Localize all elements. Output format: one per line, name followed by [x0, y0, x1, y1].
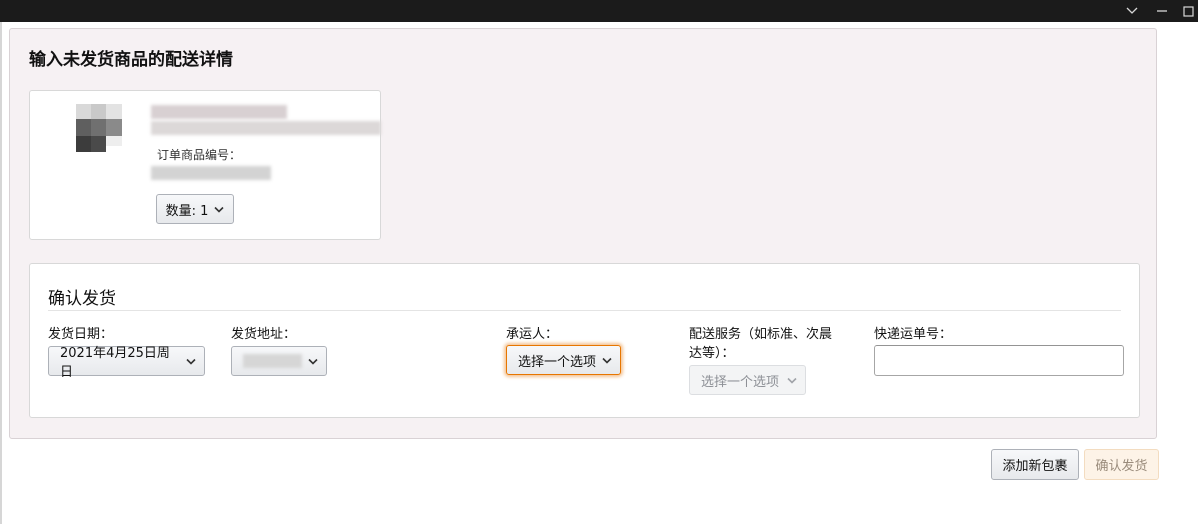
- tracking-number-label: 快递运单号：: [874, 327, 953, 342]
- sku-label: 订单商品编号：: [157, 148, 242, 162]
- section-title: 确认发货: [48, 289, 116, 309]
- window-minimize-icon[interactable]: [1148, 0, 1176, 22]
- carrier-select[interactable]: 选择一个选项: [506, 345, 621, 375]
- confirm-shipment-button[interactable]: 确认发货: [1084, 449, 1159, 480]
- order-item-card: 订单商品编号： 数量: 1: [29, 90, 381, 240]
- delivery-service-select[interactable]: 选择一个选项: [689, 365, 806, 395]
- window-restore-icon[interactable]: [1174, 0, 1198, 22]
- chevron-down-icon: [186, 358, 196, 365]
- chevron-down-icon: [214, 202, 224, 217]
- sku-value-redacted: [151, 166, 271, 180]
- divider: [48, 310, 1121, 311]
- ship-address-select[interactable]: [231, 346, 327, 376]
- chevron-down-icon: [308, 358, 318, 365]
- quantity-label: 数量: 1: [165, 203, 209, 219]
- window-title-bar: [0, 0, 1198, 22]
- window-border: [0, 22, 2, 524]
- chevron-down-icon: [602, 357, 612, 364]
- add-package-button[interactable]: 添加新包裹: [991, 449, 1079, 480]
- delivery-service-label: 配送服务（如标准、次晨: [689, 327, 833, 342]
- carrier-value: 选择一个选项: [518, 354, 597, 370]
- confirm-shipment-card: 确认发货 发货日期： 2021年4月25日周日 发货地址： 承运人： 选择一个选…: [29, 263, 1140, 418]
- page-title: 输入未发货商品的配送详情: [29, 50, 233, 70]
- ship-address-label: 发货地址：: [231, 327, 297, 342]
- product-title-redacted-line2: [151, 121, 381, 135]
- quantity-select[interactable]: 数量: 1: [156, 194, 234, 224]
- unshipped-items-panel: 输入未发货商品的配送详情 订单商品编号： 数量: 1 确认发货 发货日期： 20…: [9, 28, 1157, 439]
- window-collapse-icon[interactable]: [1118, 0, 1146, 22]
- chevron-down-icon: [787, 377, 797, 384]
- delivery-service-value: 选择一个选项: [701, 374, 780, 390]
- ship-date-select[interactable]: 2021年4月25日周日: [48, 346, 205, 380]
- carrier-label: 承运人：: [506, 327, 559, 342]
- product-thumbnail: [76, 104, 122, 152]
- product-title-redacted: [151, 105, 287, 119]
- tracking-number-input[interactable]: [874, 345, 1124, 376]
- ship-date-value: 2021年4月25日周日: [60, 346, 170, 380]
- delivery-service-label-cont: 达等）：: [689, 346, 735, 361]
- ship-address-value-redacted: [243, 354, 302, 368]
